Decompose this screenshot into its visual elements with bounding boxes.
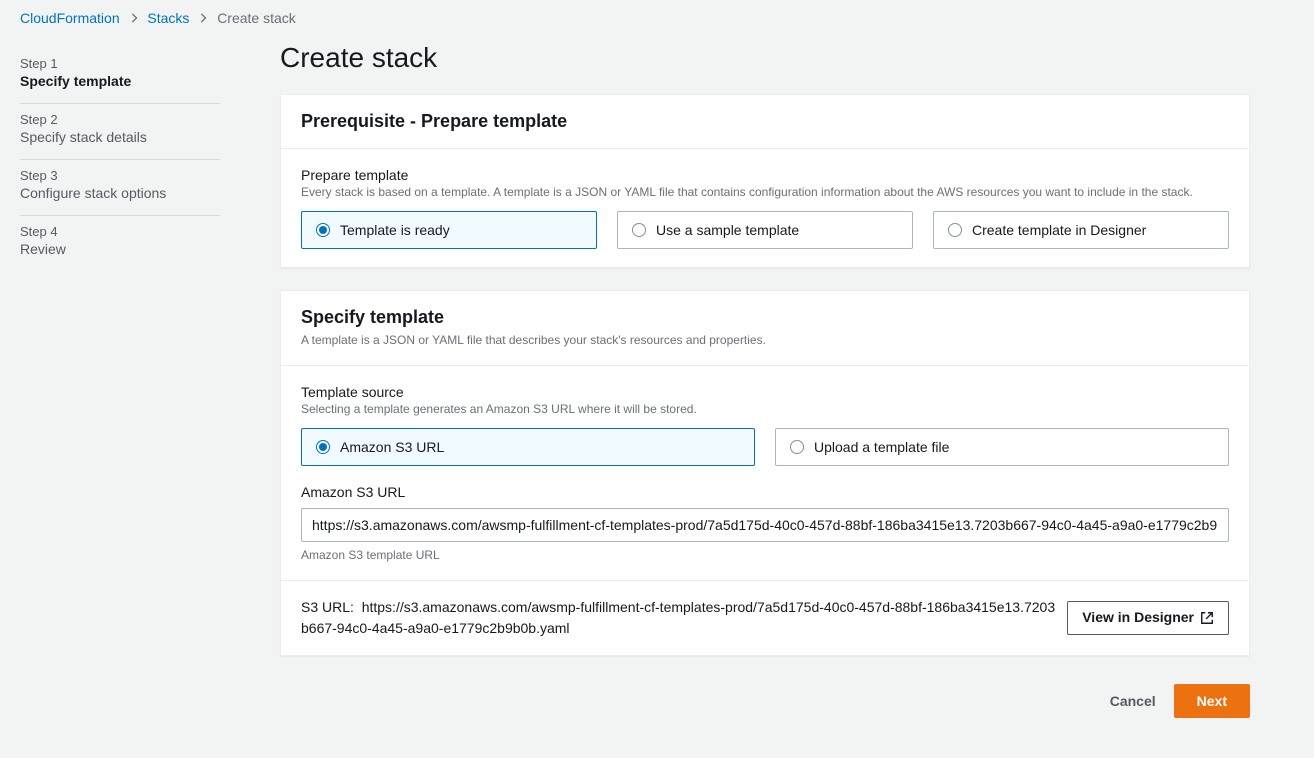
external-link-icon [1200,611,1214,625]
chevron-right-icon [199,10,207,26]
chevron-right-icon [130,10,138,26]
wizard-step-3[interactable]: Step 3 Configure stack options [20,160,220,216]
wizard-step-1[interactable]: Step 1 Specify template [20,48,220,104]
wizard-step-label: Step 2 [20,112,220,127]
template-source-desc: Selecting a template generates an Amazon… [301,402,1229,416]
panel-prerequisite-title: Prerequisite - Prepare template [301,111,1229,132]
tile-upload-file[interactable]: Upload a template file [775,428,1229,466]
s3-url-preview-value: https://s3.amazonaws.com/awsmp-fulfillme… [301,599,1055,636]
action-bar: Cancel Next [280,678,1250,738]
s3-url-helper: Amazon S3 template URL [301,548,1229,562]
view-in-designer-button[interactable]: View in Designer [1067,601,1229,635]
s3-url-preview: S3 URL: https://s3.amazonaws.com/awsmp-f… [301,597,1055,639]
radio-icon [316,223,330,237]
radio-icon [790,440,804,454]
panel-prerequisite: Prerequisite - Prepare template Prepare … [280,94,1250,268]
panel-specify-template: Specify template A template is a JSON or… [280,290,1250,656]
wizard-step-title: Review [20,241,220,257]
radio-icon [632,223,646,237]
tile-create-designer[interactable]: Create template in Designer [933,211,1229,249]
wizard-step-label: Step 4 [20,224,220,239]
radio-icon [316,440,330,454]
prepare-template-desc: Every stack is based on a template. A te… [301,185,1229,199]
prepare-template-label: Prepare template [301,167,1229,183]
wizard-step-label: Step 1 [20,56,220,71]
wizard-step-title: Specify stack details [20,129,220,145]
wizard-step-4[interactable]: Step 4 Review [20,216,220,271]
wizard-nav: Step 1 Specify template Step 2 Specify s… [0,36,240,758]
s3-url-preview-label: S3 URL: [301,599,354,615]
tile-label: Template is ready [340,222,450,238]
breadcrumb: CloudFormation Stacks Create stack [0,0,1314,36]
breadcrumb-current: Create stack [217,10,296,26]
panel-specify-desc: A template is a JSON or YAML file that d… [301,332,1229,349]
tile-label: Use a sample template [656,222,799,238]
cancel-button[interactable]: Cancel [1106,684,1160,718]
wizard-step-label: Step 3 [20,168,220,183]
next-button[interactable]: Next [1174,684,1250,718]
view-in-designer-label: View in Designer [1082,608,1194,628]
wizard-step-title: Configure stack options [20,185,220,201]
tile-label: Upload a template file [814,439,949,455]
tile-sample-template[interactable]: Use a sample template [617,211,913,249]
s3-url-label: Amazon S3 URL [301,484,1229,500]
s3-url-input[interactable] [301,508,1229,542]
breadcrumb-link-stacks[interactable]: Stacks [147,10,189,26]
tile-label: Create template in Designer [972,222,1146,238]
main-content: Create stack Prerequisite - Prepare temp… [240,36,1270,758]
tile-label: Amazon S3 URL [340,439,444,455]
template-source-label: Template source [301,384,1229,400]
breadcrumb-link-cloudformation[interactable]: CloudFormation [20,10,120,26]
wizard-step-2[interactable]: Step 2 Specify stack details [20,104,220,160]
page-title: Create stack [280,42,1250,74]
radio-icon [948,223,962,237]
wizard-step-title: Specify template [20,73,220,89]
tile-s3-url[interactable]: Amazon S3 URL [301,428,755,466]
tile-template-ready[interactable]: Template is ready [301,211,597,249]
panel-specify-title: Specify template [301,307,1229,328]
